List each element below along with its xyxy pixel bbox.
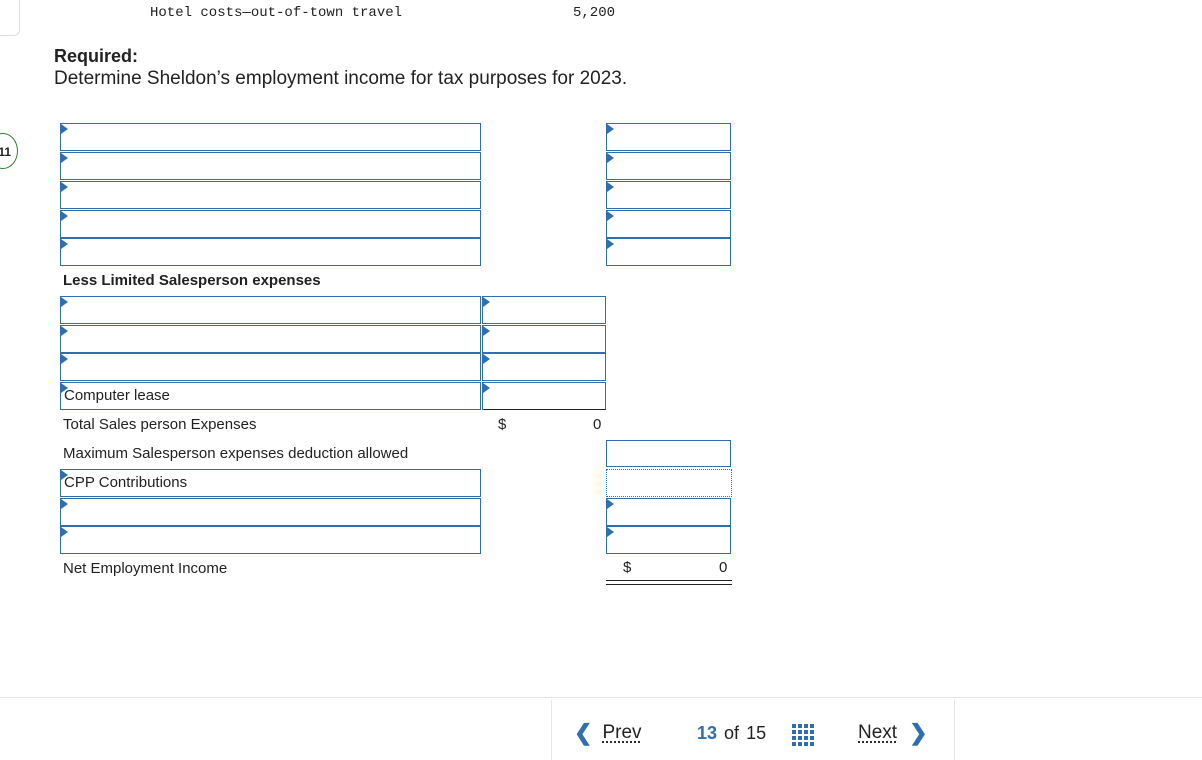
chevron-right-icon: ❯	[909, 720, 928, 745]
page-of: of	[724, 723, 740, 743]
grid-icon[interactable]	[792, 724, 814, 746]
footer-divider	[0, 697, 1202, 698]
deduction-amount-input-2[interactable]	[606, 526, 731, 554]
deduction-amount-input-1[interactable]	[606, 498, 731, 526]
nav-separator	[551, 700, 552, 760]
net-income-value: 0	[719, 559, 728, 576]
nav-separator	[954, 700, 955, 760]
cpp-contributions-select[interactable]: CPP Contributions	[60, 469, 481, 497]
page-indicator: 13 of 15	[697, 723, 766, 744]
income-amount-input-2[interactable]	[606, 152, 731, 180]
expense-label-input-2[interactable]	[60, 325, 481, 353]
income-label-input-5[interactable]	[60, 238, 481, 266]
cpp-amount-input[interactable]	[606, 469, 732, 497]
income-amount-input-4[interactable]	[606, 210, 731, 238]
expense-label-input-1[interactable]	[60, 296, 481, 324]
current-page: 13	[697, 723, 718, 743]
net-income-currency: $	[623, 559, 632, 576]
max-deduction-label: Maximum Salesperson expenses deduction a…	[63, 445, 409, 462]
hotel-costs-value: 5,200	[573, 5, 616, 21]
prev-button[interactable]: ❮ Prev	[574, 720, 642, 746]
total-sales-currency: $	[498, 416, 507, 433]
question-number-badge[interactable]: 11	[0, 133, 18, 169]
less-limited-salesperson-label: Less Limited Salesperson expenses	[63, 272, 321, 289]
expense-amount-input-1[interactable]	[482, 296, 606, 324]
income-label-input-3[interactable]	[60, 181, 481, 209]
double-underline	[606, 580, 732, 585]
total-sales-value: 0	[593, 416, 602, 433]
total-pages: 15	[746, 723, 767, 743]
max-deduction-input[interactable]	[606, 440, 731, 467]
income-amount-input-1[interactable]	[606, 123, 731, 151]
chevron-left-icon: ❮	[574, 720, 593, 745]
expense-label-input-3[interactable]	[60, 353, 481, 381]
income-label-input-4[interactable]	[60, 210, 481, 238]
expense-amount-input-2[interactable]	[482, 325, 606, 353]
income-amount-input-3[interactable]	[606, 181, 731, 209]
income-label-input-1[interactable]	[60, 123, 481, 151]
prev-label: Prev	[602, 722, 642, 743]
next-label: Next	[858, 722, 898, 743]
income-amount-input-5[interactable]	[606, 238, 731, 266]
expense-amount-input-3[interactable]	[482, 353, 606, 381]
required-description: Determine Sheldon’s employment income fo…	[54, 68, 628, 89]
subtotal-rule	[484, 409, 606, 410]
computer-lease-amount-input[interactable]	[482, 382, 606, 410]
deduction-label-input-1[interactable]	[60, 498, 481, 526]
computer-lease-select[interactable]: Computer lease	[60, 382, 481, 410]
total-sales-expenses-label: Total Sales person Expenses	[63, 416, 257, 433]
deduction-label-input-2[interactable]	[60, 526, 481, 554]
required-heading: Required:	[54, 46, 139, 66]
income-label-input-2[interactable]	[60, 152, 481, 180]
net-employment-income-label: Net Employment Income	[63, 560, 228, 577]
previous-question-card[interactable]	[0, 0, 20, 36]
hotel-costs-label: Hotel costs—out-of-town travel	[150, 5, 403, 21]
next-button[interactable]: Next ❯	[858, 720, 928, 746]
